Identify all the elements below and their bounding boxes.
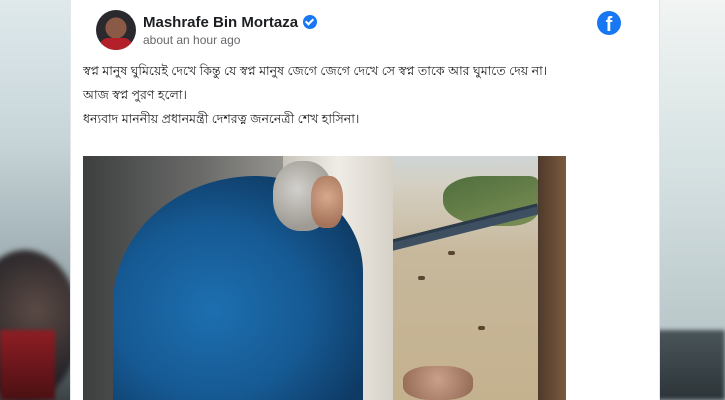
photo-boat [478,326,485,330]
post-author[interactable]: Mashrafe Bin Mortaza [143,14,318,31]
avatar[interactable] [96,10,136,50]
post-paragraph: স্বপ্ন মানুষ ঘুমিয়েই দেখে কিন্তু যে স্ব… [83,64,548,78]
post-text: স্বপ্ন মানুষ ঘুমিয়েই দেখে কিন্তু যে স্ব… [83,62,583,134]
photo-window-pillar [538,156,566,400]
author-name[interactable]: Mashrafe Bin Mortaza [143,14,298,31]
post-paragraph: আজ স্বপ্ন পুরণ হলো। [83,88,187,102]
photo-river-view [381,156,540,400]
facebook-logo-icon[interactable]: f [597,11,621,35]
photo-hand [403,366,473,400]
backdrop-left-jersey [0,330,55,400]
post-timestamp[interactable]: about an hour ago [143,33,240,47]
photo-face [311,176,343,228]
photo-boat [448,251,455,255]
photo-boat [418,276,425,280]
backdrop-right-figure [655,330,725,400]
post-paragraph: ধন্যবাদ মাননীয় প্রধানমন্ত্রী দেশরত্ন জন… [83,112,360,126]
verified-badge-icon [303,15,318,29]
post-photo[interactable] [83,156,566,400]
facebook-post-card: Mashrafe Bin Mortaza about an hour ago f… [70,0,660,400]
